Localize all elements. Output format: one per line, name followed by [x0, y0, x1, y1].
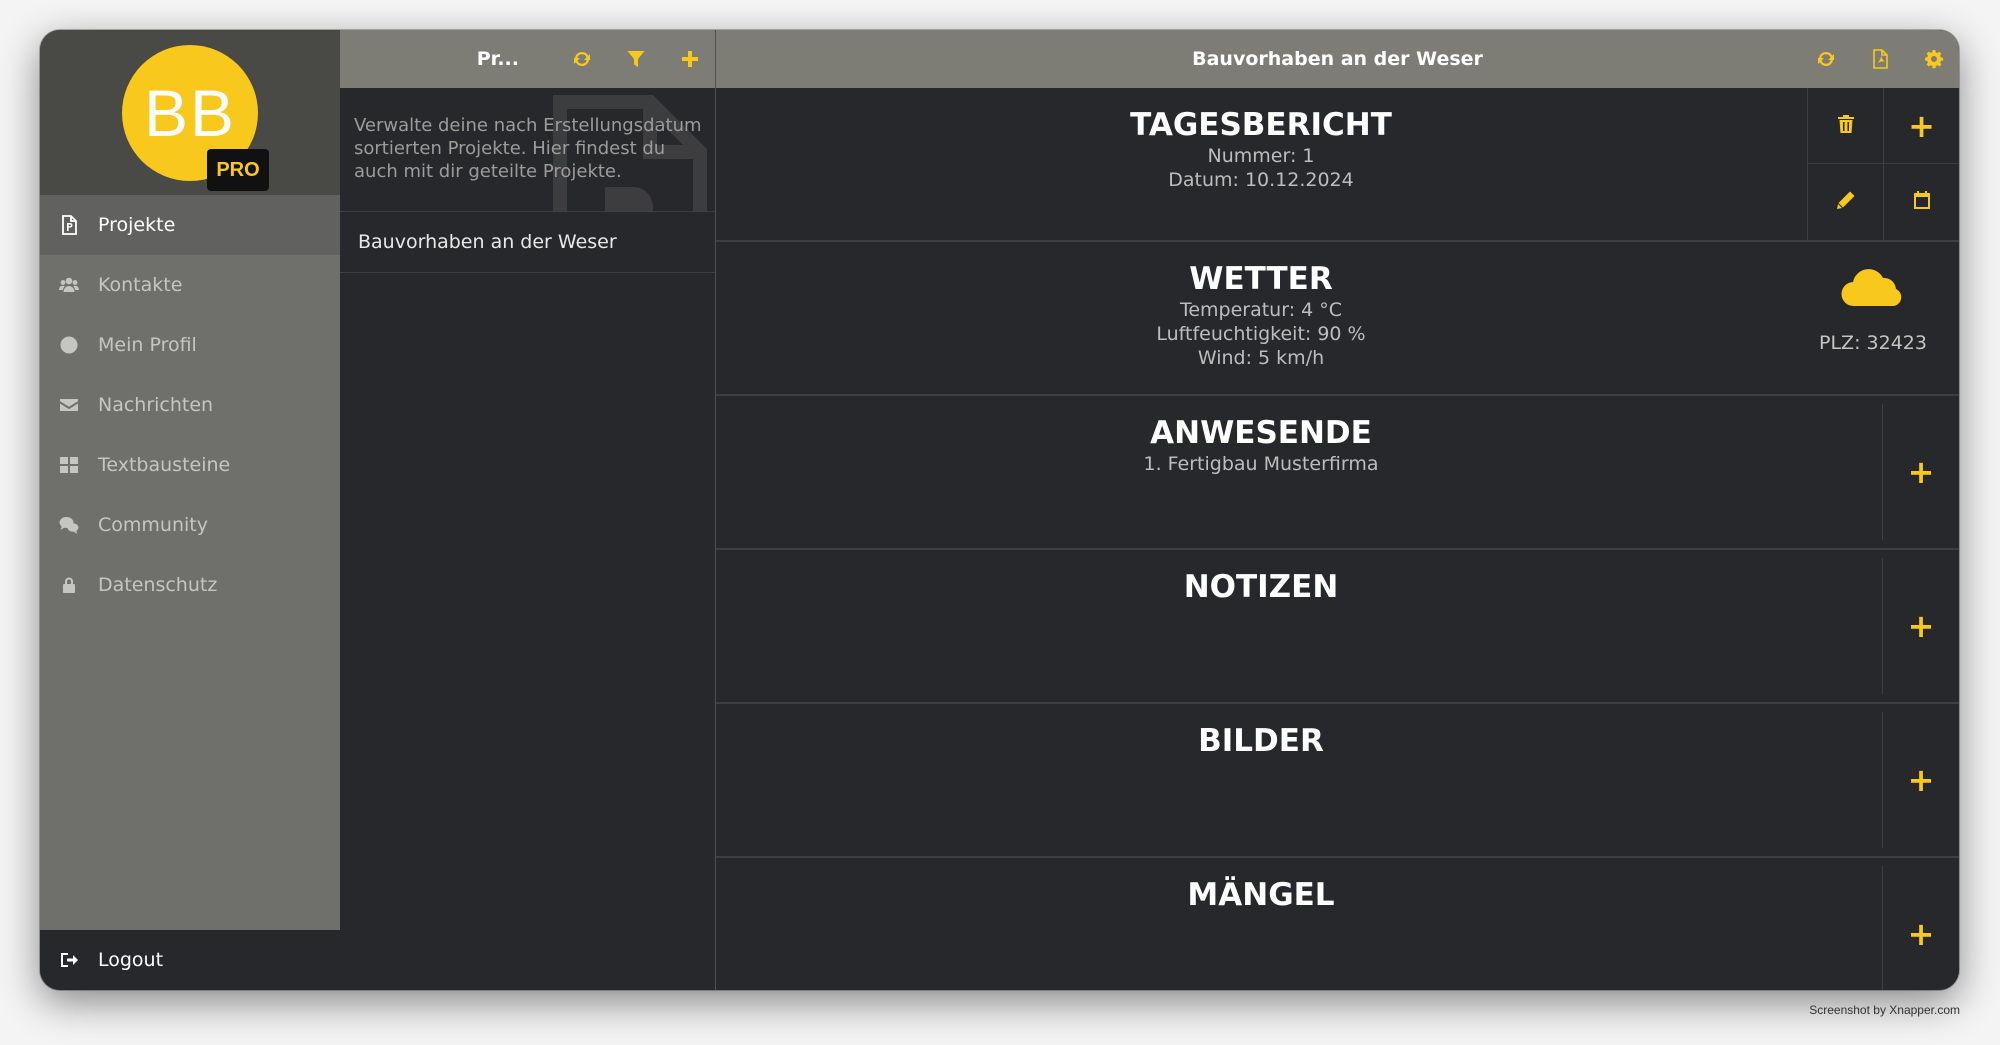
add-image-button[interactable]: + — [1882, 712, 1959, 848]
sidebar-item-community[interactable]: Community — [40, 495, 340, 555]
sidebar-item-label: Textbausteine — [98, 454, 231, 476]
app-window: BB PRO Projekte Kontakte Mein Profil Nac… — [40, 30, 1959, 990]
notes-section: NOTIZEN + — [716, 550, 1959, 704]
project-list-description: Verwalte deine nach Erstellungsdatum sor… — [354, 115, 702, 182]
plus-icon: + — [1907, 915, 1935, 953]
refresh-icon[interactable] — [1815, 48, 1837, 70]
refresh-icon[interactable] — [571, 48, 593, 70]
users-icon — [58, 274, 80, 296]
page-title: Bauvorhaben an der Weser — [1192, 48, 1483, 70]
screenshot-credit: Screenshot by Xnapper.com — [1809, 1003, 1960, 1017]
project-list-panel: Pr... Verwalte deine nach Erstellungsdat… — [340, 30, 716, 990]
notes-title: NOTIZEN — [1183, 569, 1339, 605]
sidebar-item-label: Community — [98, 514, 208, 536]
logout-icon — [58, 949, 80, 971]
project-list-intro: Verwalte deine nach Erstellungsdatum sor… — [340, 88, 715, 212]
sidebar-item-label: Datenschutz — [98, 574, 218, 596]
weather-wind: Wind: 5 km/h — [1197, 347, 1325, 369]
project-name: Bauvorhaben an der Weser — [358, 231, 617, 253]
envelope-icon — [58, 394, 80, 416]
report-number: Nummer: 1 — [1207, 145, 1315, 167]
logout-button[interactable]: Logout — [40, 930, 358, 990]
delete-report-button[interactable] — [1807, 88, 1883, 164]
images-section: BILDER + — [716, 704, 1959, 858]
lock-icon — [58, 574, 80, 596]
sidebar-nav: Projekte Kontakte Mein Profil Nachrichte… — [40, 195, 340, 615]
add-defect-button[interactable]: + — [1882, 866, 1959, 990]
sidebar-item-projekte[interactable]: Projekte — [40, 195, 340, 255]
sidebar-item-label: Nachrichten — [98, 394, 214, 416]
main-header: Bauvorhaben an der Weser — [716, 30, 1959, 88]
calendar-icon — [1912, 190, 1932, 214]
main-header-actions — [1783, 30, 1945, 88]
images-title: BILDER — [1198, 723, 1324, 759]
grid-icon — [58, 454, 80, 476]
weather-status: PLZ: 32423 — [1813, 266, 1933, 354]
weather-section: WETTER Temperatur: 4 °C Luftfeuchtigkeit… — [716, 242, 1959, 396]
sidebar: BB PRO Projekte Kontakte Mein Profil Nac… — [40, 30, 358, 990]
project-list-title: Pr... — [476, 48, 519, 70]
sidebar-item-mein-profil[interactable]: Mein Profil — [40, 315, 340, 375]
plus-icon: + — [1907, 761, 1935, 799]
logout-label: Logout — [98, 949, 164, 971]
attendees-title: ANWESENDE — [1150, 415, 1372, 451]
sidebar-item-textbausteine[interactable]: Textbausteine — [40, 435, 340, 495]
chat-bubbles-icon — [58, 514, 80, 536]
calendar-button[interactable] — [1883, 164, 1959, 240]
weather-humidity: Luftfeuchtigkeit: 90 % — [1156, 323, 1366, 345]
attendees-section: ANWESENDE 1. Fertigbau Musterfirma + — [716, 396, 1959, 550]
pdf-export-icon[interactable] — [1869, 48, 1891, 70]
daily-report-section: TAGESBERICHT Nummer: 1 Datum: 10.12.2024… — [716, 88, 1959, 242]
add-note-button[interactable]: + — [1882, 558, 1959, 694]
add-project-icon[interactable] — [679, 48, 701, 70]
attendee-item: 1. Fertigbau Musterfirma — [1143, 453, 1379, 475]
sidebar-item-label: Kontakte — [98, 274, 183, 296]
weather-temperature: Temperatur: 4 °C — [1179, 299, 1343, 321]
trash-icon — [1836, 114, 1856, 138]
defects-section: MÄNGEL + — [716, 858, 1959, 990]
settings-gear-icon[interactable] — [1923, 48, 1945, 70]
defects-title: MÄNGEL — [1187, 877, 1335, 913]
profile-area: BB PRO — [40, 30, 340, 195]
sidebar-item-datenschutz[interactable]: Datenschutz — [40, 555, 340, 615]
pro-badge: PRO — [207, 149, 269, 191]
project-list-item[interactable]: Bauvorhaben an der Weser — [340, 212, 715, 273]
main-panel: Bauvorhaben an der Weser TAGESBERICHT Nu… — [716, 30, 1959, 990]
sidebar-item-label: Mein Profil — [98, 334, 197, 356]
project-list-header: Pr... — [340, 30, 715, 88]
user-circle-icon — [58, 334, 80, 356]
daily-report-title: TAGESBERICHT — [1130, 107, 1392, 143]
weather-title: WETTER — [1189, 261, 1333, 297]
add-attendee-button[interactable]: + — [1882, 404, 1959, 540]
report-date: Datum: 10.12.2024 — [1168, 169, 1354, 191]
sidebar-item-kontakte[interactable]: Kontakte — [40, 255, 340, 315]
plus-icon: + — [1907, 453, 1935, 491]
sidebar-item-nachrichten[interactable]: Nachrichten — [40, 375, 340, 435]
edit-report-button[interactable] — [1807, 164, 1883, 240]
document-icon — [58, 214, 80, 236]
add-report-button[interactable]: + — [1883, 88, 1959, 164]
plus-icon: + — [1907, 607, 1935, 645]
cloud-icon — [1841, 269, 1902, 307]
pencil-icon — [1836, 190, 1856, 214]
filter-icon[interactable] — [625, 48, 647, 70]
sidebar-item-label: Projekte — [98, 214, 176, 236]
weather-plz: PLZ: 32423 — [1819, 332, 1927, 354]
plus-icon: + — [1908, 106, 1935, 145]
report-actions: + — [1807, 88, 1959, 240]
